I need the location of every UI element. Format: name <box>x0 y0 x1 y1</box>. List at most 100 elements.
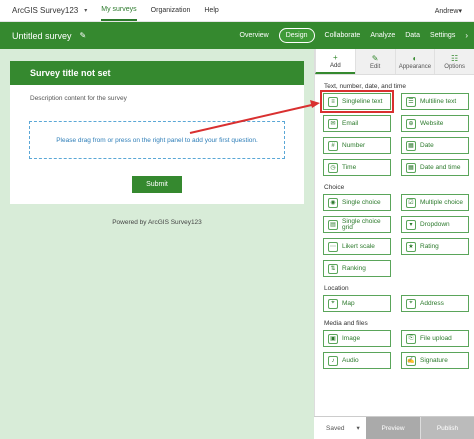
form-description[interactable]: Description content for the survey <box>30 95 304 102</box>
add-signature[interactable]: ✍ Signature <box>401 352 469 369</box>
item-label: Likert scale <box>342 243 375 250</box>
preview-button[interactable]: Preview <box>366 417 420 439</box>
item-label: Multiple choice <box>420 199 463 206</box>
palette-icon: ◐ <box>412 53 418 63</box>
tab-settings[interactable]: Settings <box>430 32 455 39</box>
section-text: Text, number, date, and time <box>324 83 407 90</box>
chevron-right-icon[interactable]: › <box>465 31 468 40</box>
tab-options-label: Options <box>444 63 465 70</box>
item-label: Number <box>342 142 366 149</box>
user-name: Andrew <box>434 8 459 15</box>
item-label: File upload <box>420 335 452 342</box>
nav-organization[interactable]: Organization <box>151 1 191 20</box>
edit-title-icon[interactable]: ✎ <box>80 31 87 40</box>
item-label: Dropdown <box>420 221 450 228</box>
add-time[interactable]: ◷ Time <box>323 159 391 176</box>
paperclip-icon: ⎘ <box>406 333 416 344</box>
add-single-choice-grid[interactable]: ▤ Single choice grid <box>323 216 391 233</box>
add-multiline-text[interactable]: ☰ Multiline text <box>401 93 469 110</box>
plus-icon: + <box>333 52 338 62</box>
submit-button[interactable]: Submit <box>132 176 182 193</box>
add-image[interactable]: ▣ Image <box>323 330 391 347</box>
section-media: Media and files <box>324 320 368 327</box>
add-audio[interactable]: ♪ Audio <box>323 352 391 369</box>
item-label: Signature <box>420 357 448 364</box>
media-question-grid: ▣ Image ⎘ File upload ♪ Audio ✍ Signature <box>323 330 474 369</box>
globe-icon: ⊕ <box>406 118 416 129</box>
add-multiple-choice[interactable]: ☑ Multiple choice <box>401 194 469 211</box>
tab-appearance-label: Appearance <box>398 63 432 70</box>
clock-icon: ◷ <box>328 162 338 173</box>
add-date[interactable]: ▦ Date <box>401 137 469 154</box>
calendar-icon: ▦ <box>406 140 416 151</box>
tab-edit-label: Edit <box>369 63 381 70</box>
item-label: Multiline text <box>420 98 457 105</box>
singleline-icon: ≡ <box>328 96 338 107</box>
item-label: Single choice <box>342 199 381 206</box>
star-icon: ★ <box>406 241 416 252</box>
top-nav-bar: ArcGIS Survey123 ▾ My surveys Organizati… <box>0 0 474 22</box>
item-label: Audio <box>342 357 359 364</box>
tab-appearance[interactable]: ◐ Appearance <box>394 49 435 74</box>
apps-caret-icon[interactable]: ▾ <box>84 7 87 14</box>
radio-icon: ◉ <box>328 197 338 208</box>
item-label: Date <box>420 142 434 149</box>
item-label: Image <box>342 335 361 342</box>
tab-design[interactable]: Design <box>278 28 315 43</box>
question-drop-zone[interactable]: Please drag from or press on the right p… <box>29 121 285 159</box>
survey-header-bar: Untitled survey ✎ Overview Design Collab… <box>0 22 474 49</box>
pencil-icon: ✎ <box>371 53 379 63</box>
survey-form: Survey title not set Description content… <box>10 61 304 204</box>
tab-edit[interactable]: ✎ Edit <box>354 49 395 74</box>
signature-icon: ✍ <box>406 355 416 366</box>
item-label: Date and time <box>420 164 461 171</box>
item-label: Email <box>342 120 359 127</box>
add-ranking[interactable]: ⇅ Ranking <box>323 260 391 277</box>
tab-options[interactable]: ☷ Options <box>434 49 474 74</box>
tab-overview[interactable]: Overview <box>240 32 269 39</box>
image-icon: ▣ <box>328 333 338 344</box>
tab-data[interactable]: Data <box>405 32 420 39</box>
save-status[interactable]: Saved ▾ <box>314 417 366 439</box>
add-single-choice[interactable]: ◉ Single choice <box>323 194 391 211</box>
number-icon: # <box>328 140 338 151</box>
tab-collaborate[interactable]: Collaborate <box>325 32 361 39</box>
user-menu[interactable]: Andrew▾ <box>435 7 462 15</box>
add-date-and-time[interactable]: ▦ Date and time <box>401 159 469 176</box>
item-label: Single choice grid <box>342 217 381 231</box>
add-likert-scale[interactable]: ⋯ Likert scale <box>323 238 391 255</box>
add-website[interactable]: ⊕ Website <box>401 115 469 132</box>
add-file-upload[interactable]: ⎘ File upload <box>401 330 469 347</box>
design-canvas: Survey title not set Description content… <box>0 49 314 439</box>
microphone-icon: ♪ <box>328 355 338 366</box>
section-choice: Choice <box>324 184 345 191</box>
add-map[interactable]: ⌖ Map <box>323 295 391 312</box>
item-label: Rating <box>420 243 439 250</box>
map-pin-icon: ⌖ <box>328 298 338 309</box>
add-number[interactable]: # Number <box>323 137 391 154</box>
add-singleline-text[interactable]: ≡ Singleline text <box>320 90 394 113</box>
panel-tabs: + Add ✎ Edit ◐ Appearance ☷ Options <box>315 49 474 75</box>
options-icon: ☷ <box>451 53 459 63</box>
location-question-grid: ⌖ Map ⌖ Address <box>323 295 474 312</box>
tab-analyze[interactable]: Analyze <box>370 32 395 39</box>
tab-add[interactable]: + Add <box>315 49 355 74</box>
item-label: Singleline text <box>342 98 383 105</box>
address-pin-icon: ⌖ <box>406 298 416 309</box>
nav-help[interactable]: Help <box>204 1 218 20</box>
likert-icon: ⋯ <box>328 241 338 252</box>
add-dropdown[interactable]: ▾ Dropdown <box>401 216 469 233</box>
dropdown-icon: ▾ <box>406 219 416 230</box>
powered-by-text: Powered by ArcGIS Survey123 <box>112 219 202 226</box>
form-title[interactable]: Survey title not set <box>10 61 304 85</box>
survey-title[interactable]: Untitled survey <box>12 31 72 41</box>
section-location: Location <box>324 285 349 292</box>
add-address[interactable]: ⌖ Address <box>401 295 469 312</box>
nav-my-surveys[interactable]: My surveys <box>101 0 137 21</box>
add-rating[interactable]: ★ Rating <box>401 238 469 255</box>
publish-button[interactable]: Publish <box>420 417 474 439</box>
save-caret-icon: ▾ <box>356 425 360 432</box>
add-email[interactable]: ✉ Email <box>323 115 391 132</box>
checkbox-icon: ☑ <box>406 197 416 208</box>
app-brand[interactable]: ArcGIS Survey123 <box>12 6 78 15</box>
